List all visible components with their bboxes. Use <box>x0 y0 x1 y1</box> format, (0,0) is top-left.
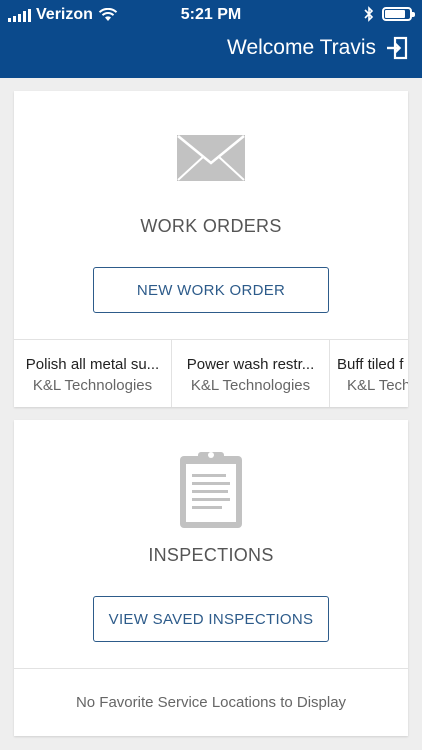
work-order-title: Polish all metal su... <box>25 356 160 373</box>
inspections-title: INSPECTIONS <box>148 545 274 565</box>
work-orders-icon-wrap <box>14 135 408 181</box>
clipboard-icon <box>180 452 242 528</box>
view-saved-inspections-button[interactable]: VIEW SAVED INSPECTIONS <box>93 596 329 642</box>
welcome-area: Welcome Travis <box>227 36 408 60</box>
favorites-empty-message: No Favorite Service Locations to Display <box>14 668 408 736</box>
bluetooth-icon <box>364 6 374 22</box>
app-header: Verizon 5:21 PM Welcome Travis <box>0 0 422 78</box>
work-order-item[interactable]: Buff tiled f K&L Tech <box>330 340 408 407</box>
work-order-company: K&L Technologies <box>190 377 311 394</box>
work-orders-card: WORK ORDERS NEW WORK ORDER Polish all me… <box>14 91 408 407</box>
envelope-icon <box>177 135 245 181</box>
new-work-order-button[interactable]: NEW WORK ORDER <box>93 267 329 313</box>
work-order-item[interactable]: Polish all metal su... K&L Technologies <box>14 340 172 407</box>
inspections-icon-wrap <box>14 450 408 528</box>
status-time: 5:21 PM <box>180 6 242 23</box>
work-order-company: K&L Technologies <box>32 377 153 394</box>
work-orders-title: WORK ORDERS <box>140 216 282 236</box>
inspections-card: INSPECTIONS VIEW SAVED INSPECTIONS No Fa… <box>14 420 408 736</box>
work-order-item[interactable]: Power wash restr... K&L Technologies <box>172 340 330 407</box>
status-right <box>364 6 415 22</box>
welcome-text: Welcome Travis <box>227 36 376 59</box>
work-order-title: Buff tiled f <box>337 356 404 373</box>
battery-fill <box>385 10 406 18</box>
work-order-list: Polish all metal su... K&L Technologies … <box>14 339 408 407</box>
battery-icon <box>382 7 415 21</box>
status-bar: Verizon 5:21 PM <box>0 0 422 30</box>
logout-icon[interactable] <box>386 36 408 60</box>
work-order-company: K&L Tech <box>347 377 408 394</box>
work-order-title: Power wash restr... <box>186 356 315 373</box>
